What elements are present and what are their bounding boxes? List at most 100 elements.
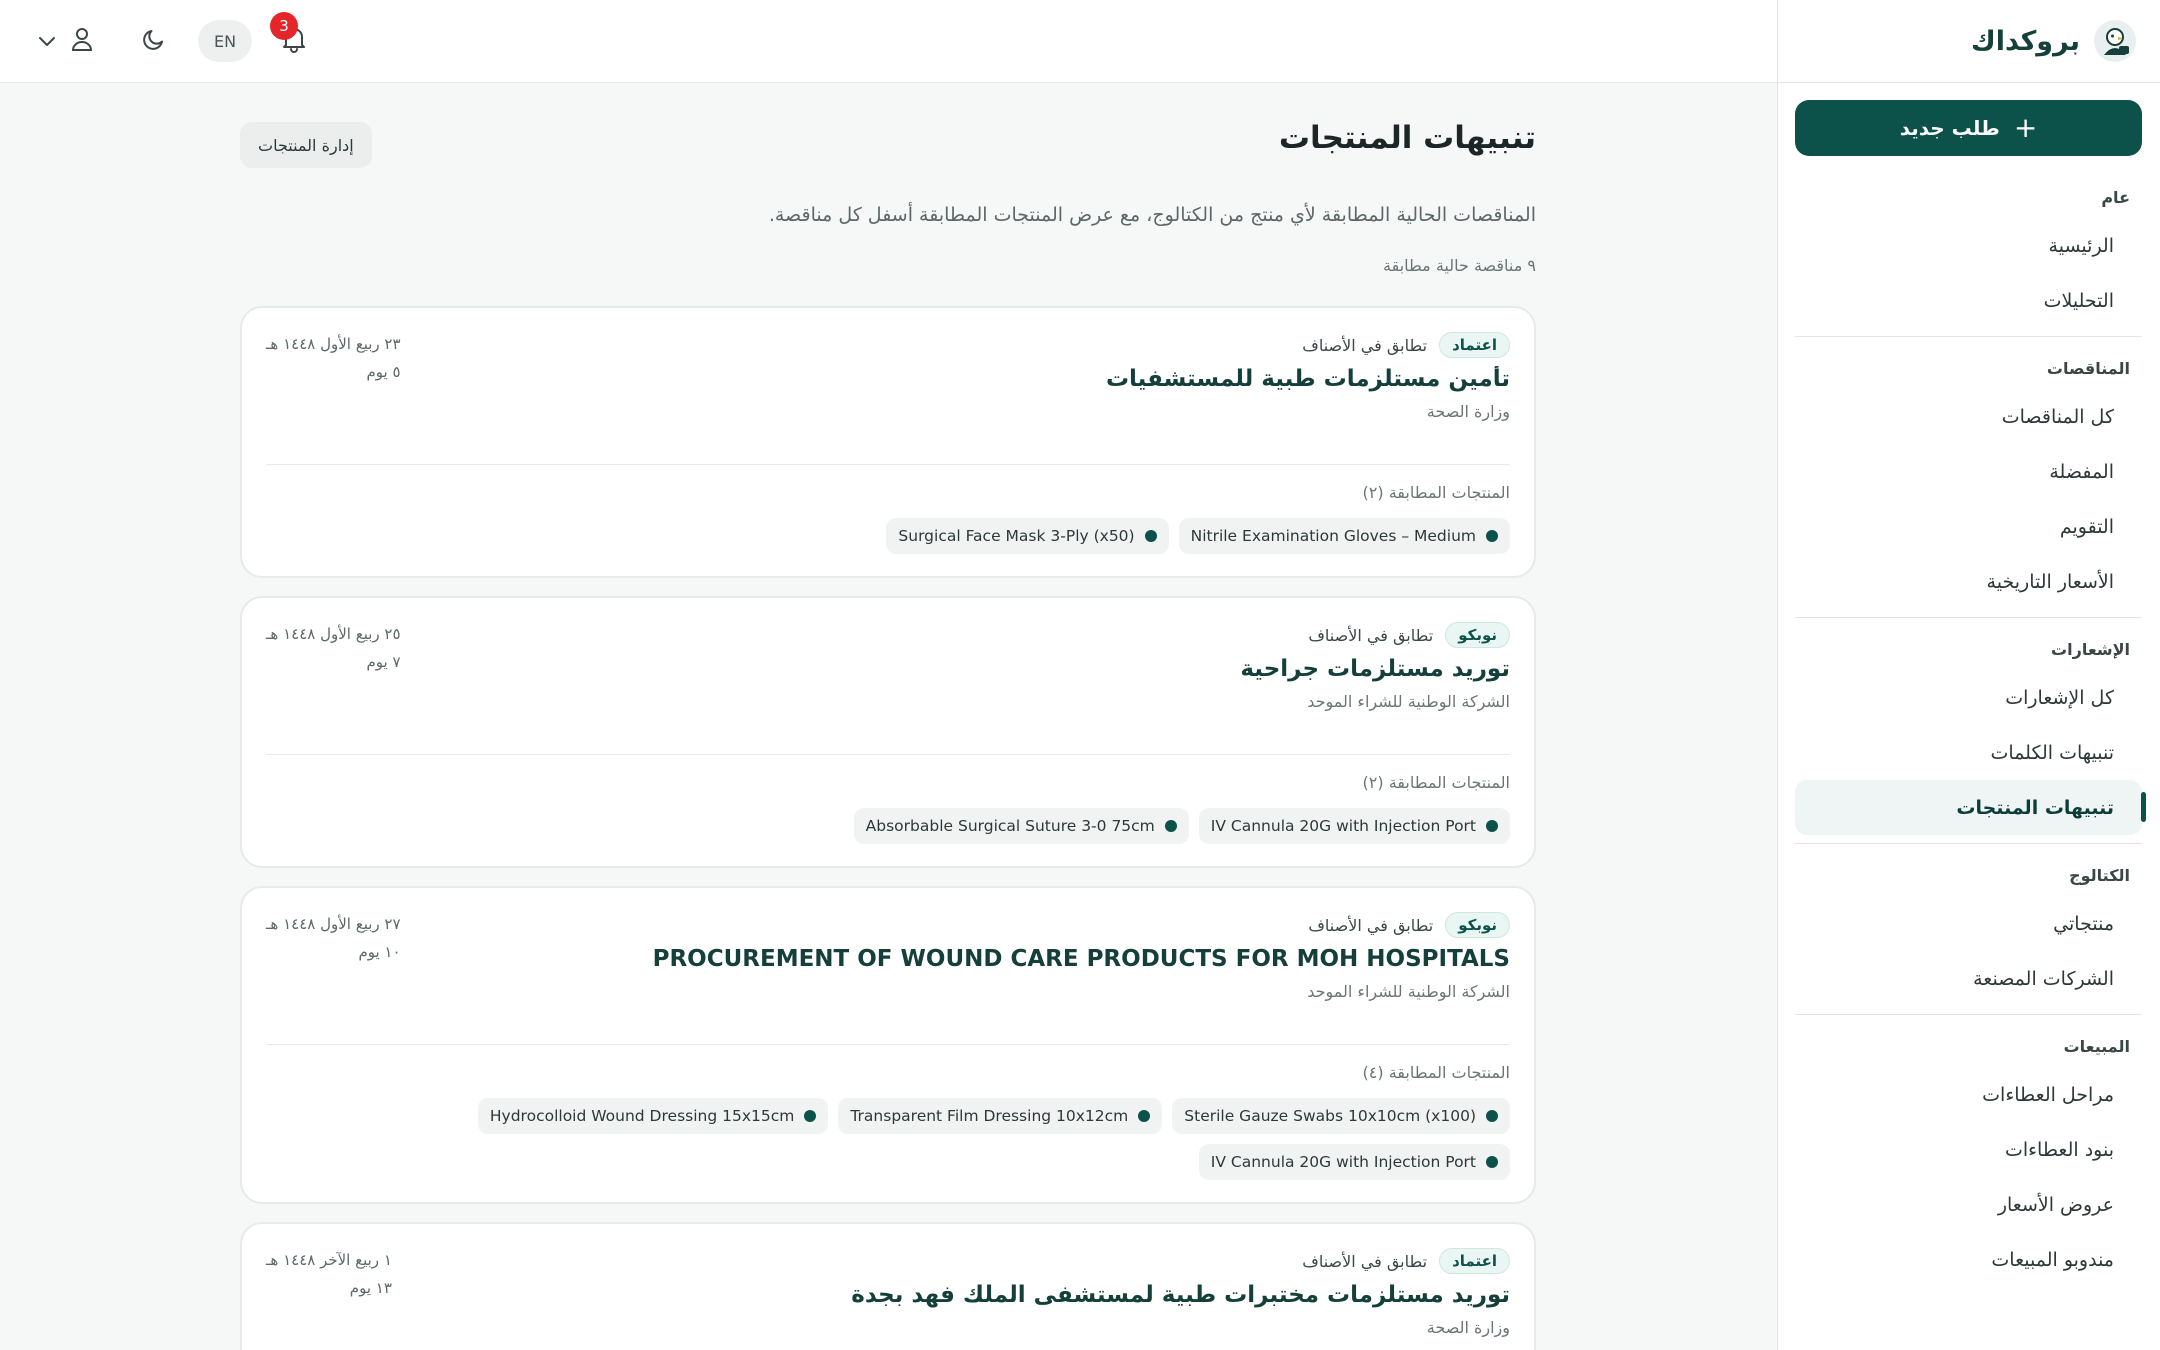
sidebar-item-quotations[interactable]: عروض الأسعار: [1795, 1177, 2142, 1232]
manage-products-button[interactable]: إدارة المنتجات: [240, 122, 372, 168]
main-content: تنبيهات المنتجات إدارة المنتجات المناقصا…: [0, 84, 1777, 1350]
chevron-down-icon: [38, 32, 56, 51]
product-label: Absorbable Surgical Suture 3-0 75cm: [865, 817, 1155, 835]
nav-section-general: عام الرئيسية التحليلات: [1795, 172, 2142, 337]
user-menu-chevron[interactable]: [34, 20, 60, 62]
tender-date: ٢٣ ربيع الأول ١٤٤٨ هـ: [266, 335, 401, 353]
product-label: Surgical Face Mask 3-Ply (x50): [898, 527, 1135, 545]
product-chip[interactable]: Nitrile Examination Gloves – Medium: [1178, 518, 1510, 554]
tender-date: ٢٧ ربيع الأول ١٤٤٨ هـ: [266, 915, 401, 933]
days-remaining: ٧ يوم: [366, 653, 401, 671]
product-label: Transparent Film Dressing 10x12cm: [850, 1107, 1129, 1125]
sidebar-item-sales-reps[interactable]: مندوبو المبيعات: [1795, 1232, 2142, 1287]
tender-card[interactable]: اعتماد تطابق في الأصناف تأمين مستلزمات ط…: [240, 306, 1536, 578]
tender-list: اعتماد تطابق في الأصناف تأمين مستلزمات ط…: [240, 306, 1536, 1350]
sidebar-item-home[interactable]: الرئيسية: [1795, 218, 2142, 273]
status-dot-icon: [1164, 820, 1177, 832]
tender-organization: الشركة الوطنية للشراء الموحد: [1307, 692, 1510, 711]
matched-products-heading: المنتجات المطابقة (٤): [1362, 1063, 1510, 1082]
match-count: ٩ مناقصة حالية مطابقة: [1383, 256, 1536, 275]
top-bar: 3 EN: [0, 0, 1777, 83]
sidebar-item-product-alerts[interactable]: تنبيهات المنتجات: [1795, 780, 2146, 835]
product-label: IV Cannula 20G with Injection Port: [1210, 817, 1476, 835]
tender-organization: وزارة الصحة: [1426, 1318, 1510, 1337]
days-remaining: ١٠ يوم: [358, 943, 401, 961]
nav-section-sales: المبيعات مراحل العطاءات بنود العطاءات عر…: [1795, 1021, 2142, 1295]
match-type: تطابق في الأصناف: [1308, 915, 1434, 935]
status-dot-icon: [804, 1110, 817, 1122]
status-dot-icon: [1486, 530, 1498, 542]
theme-toggle[interactable]: [136, 20, 172, 62]
moon-icon: [141, 26, 167, 56]
source-tag: اعتماد: [1439, 1248, 1510, 1274]
brand-logo-icon: [2094, 20, 2136, 62]
nav-section-tenders: المناقصات كل المناقصات المفضلة التقويم ا…: [1795, 343, 2142, 618]
source-tag: نوبكو: [1445, 622, 1510, 648]
sidebar-nav: عام الرئيسية التحليلات المناقصات كل المن…: [1795, 172, 2146, 1295]
product-chip[interactable]: IV Cannula 20G with Injection Port: [1198, 1144, 1510, 1180]
match-type: تطابق في الأصناف: [1302, 1251, 1428, 1271]
sidebar-item-my-products[interactable]: منتجاتي: [1795, 896, 2142, 951]
product-chip[interactable]: Transparent Film Dressing 10x12cm: [838, 1098, 1163, 1134]
nav-heading: عام: [2101, 187, 2130, 207]
tender-card[interactable]: نوبكو تطابق في الأصناف PROCUREMENT OF WO…: [240, 886, 1536, 1204]
sidebar-item-all-tenders[interactable]: كل المناقصات: [1795, 389, 2142, 444]
tender-organization: وزارة الصحة: [1426, 402, 1510, 421]
page-description: المناقصات الحالية المطابقة لأي منتج من ا…: [768, 204, 1536, 226]
sidebar-item-all-notifications[interactable]: كل الإشعارات: [1795, 670, 2142, 725]
brand[interactable]: بروكداك: [1778, 0, 2160, 83]
tender-title[interactable]: PROCUREMENT OF WOUND CARE PRODUCTS FOR M…: [266, 946, 1510, 972]
sidebar-item-historical-prices[interactable]: الأسعار التاريخية: [1795, 554, 2142, 609]
product-chip[interactable]: Sterile Gauze Swabs 10x10cm (x100): [1172, 1098, 1510, 1134]
status-dot-icon: [1486, 1110, 1498, 1122]
sidebar-item-bid-items[interactable]: بنود العطاءات: [1795, 1122, 2142, 1177]
product-label: IV Cannula 20G with Injection Port: [1210, 1153, 1476, 1171]
tender-date: ١ ربيع الآخر ١٤٤٨ هـ: [266, 1251, 392, 1269]
sidebar-item-bid-stages[interactable]: مراحل العطاءات: [1795, 1067, 2142, 1122]
page-title: تنبيهات المنتجات: [1278, 120, 1536, 156]
product-chip[interactable]: Hydrocolloid Wound Dressing 15x15cm: [477, 1098, 829, 1134]
status-dot-icon: [1486, 820, 1498, 832]
app-root: بروكداك + طلب جديد عام الرئيسية التحليلا…: [0, 0, 2160, 1350]
tender-title[interactable]: توريد مستلزمات جراحية: [266, 656, 1510, 682]
nav-heading: المناقصات: [2046, 358, 2130, 378]
plus-icon: +: [2013, 111, 2038, 144]
sidebar-item-manufacturers[interactable]: الشركات المصنعة: [1795, 951, 2142, 1006]
source-tag: نوبكو: [1445, 912, 1510, 938]
tender-title[interactable]: تأمين مستلزمات طبية للمستشفيات: [266, 366, 1510, 392]
product-chip[interactable]: Absorbable Surgical Suture 3-0 75cm: [853, 808, 1189, 844]
tender-card[interactable]: اعتماد تطابق في الأصناف توريد مستلزمات م…: [240, 1222, 1536, 1350]
user-icon: [70, 26, 94, 56]
product-label: Hydrocolloid Wound Dressing 15x15cm: [489, 1107, 795, 1125]
status-dot-icon: [1144, 530, 1157, 542]
sidebar-item-favorites[interactable]: المفضلة: [1795, 444, 2142, 499]
product-label: Sterile Gauze Swabs 10x10cm (x100): [1184, 1107, 1476, 1125]
sidebar: بروكداك + طلب جديد عام الرئيسية التحليلا…: [1777, 0, 2160, 1350]
match-type: تطابق في الأصناف: [1308, 625, 1434, 645]
nav-heading: المبيعات: [2063, 1036, 2130, 1056]
nav-section-catalog: الكتالوج منتجاتي الشركات المصنعة: [1795, 850, 2142, 1015]
language-toggle[interactable]: EN: [198, 20, 252, 62]
nav-heading: الإشعارات: [2051, 639, 2130, 659]
notification-count-badge: 3: [270, 12, 298, 40]
tender-organization: الشركة الوطنية للشراء الموحد: [1307, 982, 1510, 1001]
source-tag: اعتماد: [1439, 332, 1510, 358]
user-menu-button[interactable]: [64, 20, 100, 62]
nav-section-notifications: الإشعارات كل الإشعارات تنبيهات الكلمات ت…: [1795, 624, 2146, 844]
sidebar-item-analytics[interactable]: التحليلات: [1795, 273, 2142, 328]
new-request-button[interactable]: + طلب جديد: [1795, 100, 2142, 156]
tender-date: ٢٥ ربيع الأول ١٤٤٨ هـ: [266, 625, 401, 643]
tender-card[interactable]: نوبكو تطابق في الأصناف توريد مستلزمات جر…: [240, 596, 1536, 868]
days-remaining: ٥ يوم: [366, 363, 401, 381]
product-chip[interactable]: Surgical Face Mask 3-Ply (x50): [886, 518, 1169, 554]
sidebar-item-calendar[interactable]: التقويم: [1795, 499, 2142, 554]
product-label: Nitrile Examination Gloves – Medium: [1190, 527, 1476, 545]
matched-products-heading: المنتجات المطابقة (٢): [1362, 483, 1510, 502]
brand-name: بروكداك: [1970, 25, 2080, 57]
days-remaining: ١٣ يوم: [349, 1279, 392, 1297]
notifications-button[interactable]: 3: [270, 12, 312, 62]
product-chip[interactable]: IV Cannula 20G with Injection Port: [1198, 808, 1510, 844]
tender-title[interactable]: توريد مستلزمات مختبرات طبية لمستشفى المل…: [266, 1282, 1510, 1308]
sidebar-item-keyword-alerts[interactable]: تنبيهات الكلمات: [1795, 725, 2142, 780]
match-type: تطابق في الأصناف: [1302, 335, 1428, 355]
